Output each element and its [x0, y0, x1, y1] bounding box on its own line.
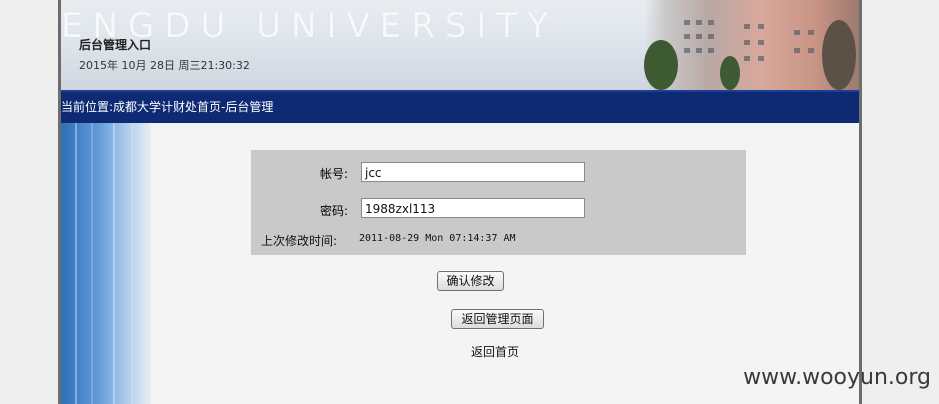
current-datetime: 2015年 10月 28日 周三21:30:32 [79, 59, 250, 72]
password-label: 密码: [319, 204, 348, 218]
last-modified-value: 2011-08-29 Mon 07:14:37 AM [359, 233, 516, 244]
watermark-text: www.wooyun.org [743, 365, 931, 390]
account-form: 帐号: jcc 密码: 1988zxl113 上次修改时间: 2011-08-2… [251, 150, 746, 255]
admin-entry-title: 后台管理入口 [79, 38, 152, 52]
campus-building-image [644, 0, 859, 90]
back-to-home-link[interactable]: 返回首页 [471, 343, 519, 360]
last-modified-label: 上次修改时间: [261, 234, 338, 248]
password-input[interactable]: 1988zxl113 [361, 198, 585, 218]
account-label: 帐号: [319, 167, 348, 181]
left-decorative-panel [61, 123, 151, 404]
back-to-admin-button[interactable]: 返回管理页面 [451, 309, 544, 329]
breadcrumb: 当前位置:成都大学计财处首页-后台管理 [61, 100, 274, 114]
page-frame: ENGDU UNIVERSITY 后台管理入口 2015年 10月 28日 周三… [58, 0, 862, 404]
account-input[interactable]: jcc [361, 162, 585, 182]
confirm-modify-button[interactable]: 确认修改 [437, 271, 504, 291]
header-banner: ENGDU UNIVERSITY 后台管理入口 2015年 10月 28日 周三… [61, 0, 859, 90]
location-bar: 当前位置:成都大学计财处首页-后台管理 [61, 90, 859, 123]
